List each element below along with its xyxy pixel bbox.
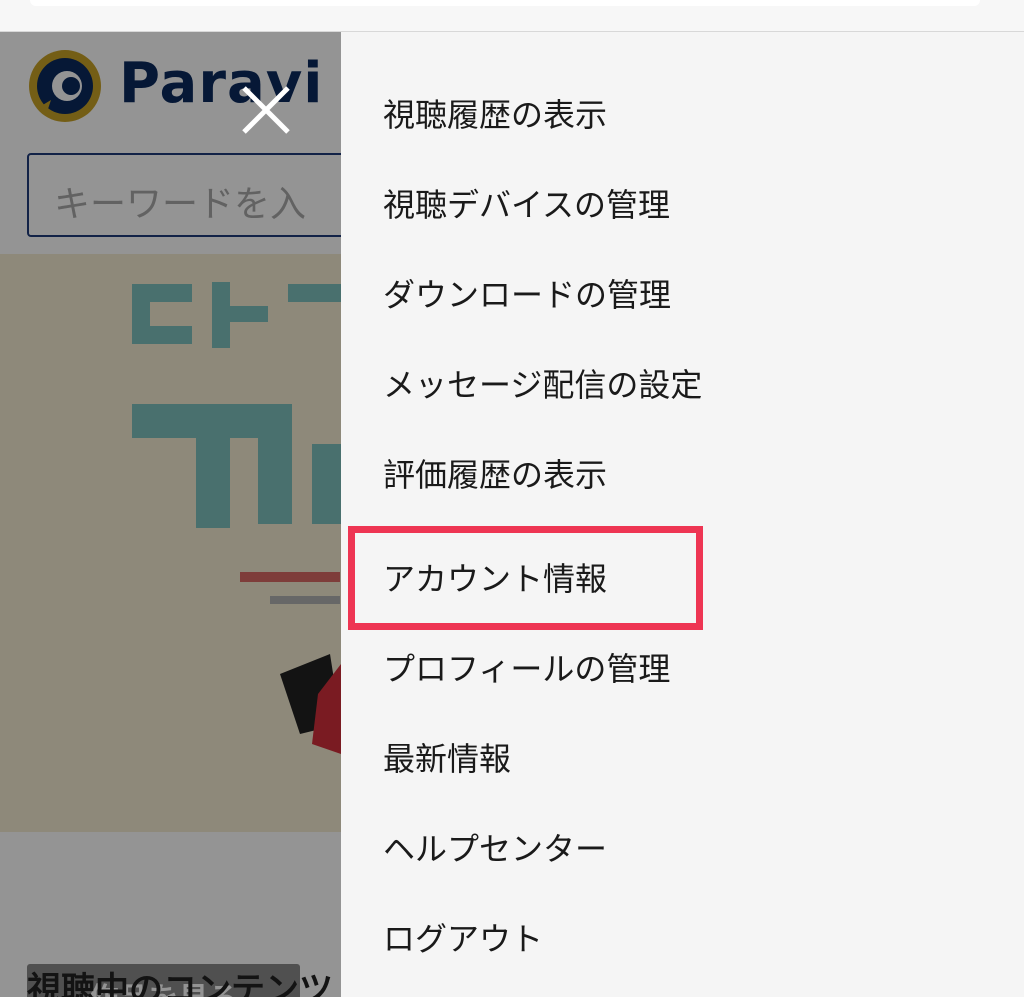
menu-item-watch-history[interactable]: 視聴履歴の表示 <box>383 80 607 150</box>
dim-overlay[interactable] <box>0 32 341 997</box>
side-menu-panel: 視聴履歴の表示 視聴デバイスの管理 ダウンロードの管理 メッセージ配信の設定 評… <box>341 32 1024 997</box>
menu-item-profiles[interactable]: プロフィールの管理 <box>383 634 670 704</box>
menu-item-rating-history[interactable]: 評価履歴の表示 <box>383 440 607 510</box>
address-bar-edge <box>30 0 980 6</box>
menu-item-devices[interactable]: 視聴デバイスの管理 <box>383 170 670 240</box>
menu-item-help-center[interactable]: ヘルプセンター <box>383 814 607 884</box>
menu-item-message-settings[interactable]: メッセージ配信の設定 <box>383 350 702 420</box>
menu-item-news[interactable]: 最新情報 <box>383 724 511 794</box>
close-icon[interactable] <box>236 80 296 140</box>
highlight-box <box>348 526 703 630</box>
menu-item-logout[interactable]: ログアウト <box>383 904 543 974</box>
menu-item-downloads[interactable]: ダウンロードの管理 <box>383 260 671 330</box>
browser-top-bar <box>0 0 1024 32</box>
